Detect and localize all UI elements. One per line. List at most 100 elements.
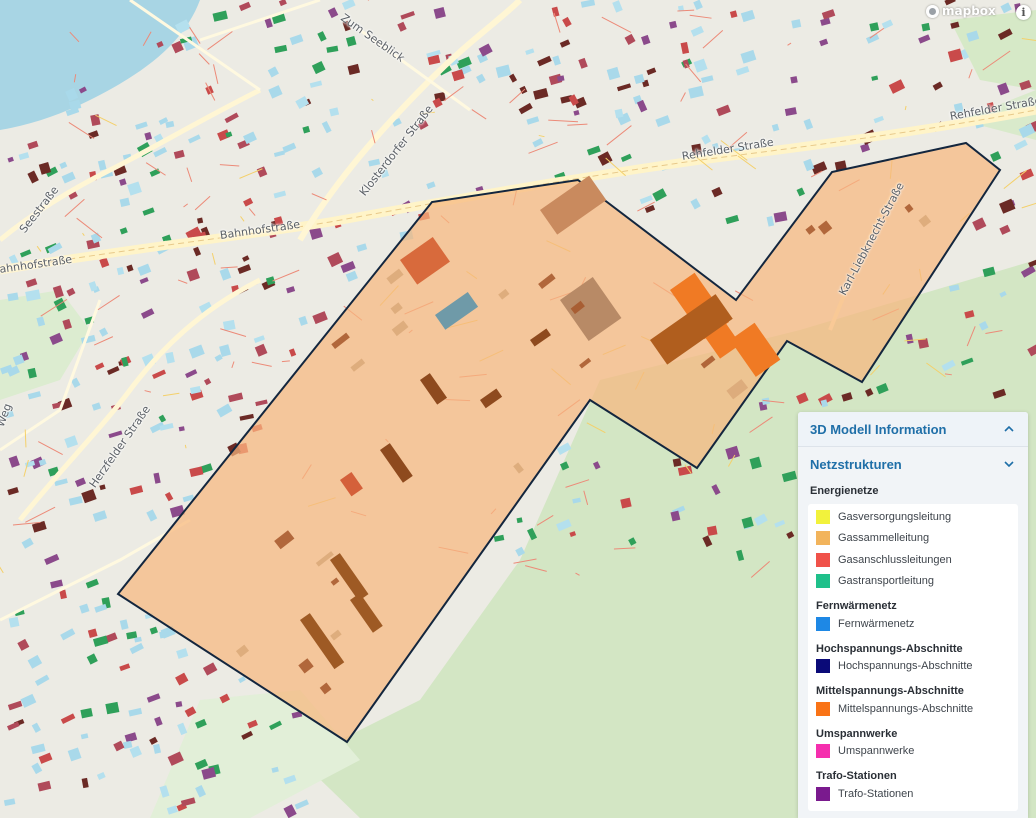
building <box>311 167 323 179</box>
chevron-down-icon[interactable] <box>1002 457 1016 471</box>
mapbox-wordmark: mapbox <box>942 4 996 18</box>
building <box>85 578 99 589</box>
building <box>866 33 880 44</box>
panel-header-toggle[interactable]: 3D Modell Information <box>798 412 1028 447</box>
building <box>92 635 109 647</box>
panel-title: 3D Modell Information <box>810 421 947 437</box>
building <box>646 67 657 76</box>
utility-line <box>183 203 189 208</box>
building <box>105 701 120 715</box>
mapbox-logo[interactable]: mapbox <box>926 4 996 18</box>
building <box>186 268 200 282</box>
section-netzstrukturen[interactable]: Netzstrukturen <box>798 447 1028 481</box>
building <box>60 628 76 641</box>
building <box>64 435 79 449</box>
utility-line <box>231 361 235 369</box>
building <box>537 55 552 67</box>
legend-swatch <box>816 574 830 589</box>
building <box>8 616 20 628</box>
legend-item[interactable]: Hochspannungs-Abschnitte <box>816 656 1010 678</box>
building <box>253 335 265 343</box>
building <box>239 413 254 421</box>
utility-line <box>509 88 526 104</box>
building <box>27 391 42 400</box>
building <box>216 403 233 418</box>
building <box>740 9 756 23</box>
building <box>7 487 19 496</box>
building <box>518 102 533 115</box>
building <box>655 115 671 127</box>
building <box>327 251 344 268</box>
legend-item[interactable]: Gassammelleitung <box>816 528 1010 550</box>
utility-line <box>689 14 712 19</box>
building <box>189 466 204 478</box>
building <box>129 485 144 495</box>
utility-line <box>471 109 487 120</box>
building <box>871 75 879 81</box>
building <box>202 662 218 676</box>
building <box>61 171 76 184</box>
building <box>1000 2 1012 14</box>
legend-item[interactable]: Fernwärmenetz <box>816 613 1010 635</box>
building <box>918 34 931 44</box>
group-title-energienetze: Energienetze <box>810 485 879 497</box>
legend-item[interactable]: Umspannwerke <box>816 741 1010 763</box>
building <box>128 707 143 717</box>
building <box>706 525 718 536</box>
building <box>80 733 89 740</box>
legend-item[interactable]: Gasversorgungsleitung <box>816 506 1010 528</box>
legend-group-title: Hochspannungs-Abschnitte <box>816 642 963 655</box>
building <box>6 721 20 731</box>
building <box>237 264 252 275</box>
building <box>242 255 250 262</box>
building <box>27 140 39 150</box>
building <box>397 21 407 32</box>
utility-line <box>23 459 29 477</box>
building <box>173 149 185 159</box>
legend-item[interactable]: Trafo-Stationen <box>816 783 1010 805</box>
building <box>90 114 101 127</box>
legend-item[interactable]: Gasanschlussleitungen <box>816 549 1010 571</box>
legend-label: Gassammelleitung <box>838 532 930 545</box>
building <box>228 392 244 403</box>
building <box>652 188 667 202</box>
building <box>881 19 894 30</box>
utility-line <box>251 361 272 367</box>
utility-line <box>93 336 114 346</box>
utility-line <box>220 266 238 269</box>
building <box>586 145 601 156</box>
building <box>580 0 596 8</box>
building <box>317 31 327 42</box>
building <box>326 45 339 53</box>
building <box>273 190 287 199</box>
building <box>773 211 788 223</box>
utility-line <box>0 566 4 574</box>
building <box>193 246 202 257</box>
building <box>999 224 1011 235</box>
building <box>238 676 246 684</box>
legend-label: Gasversorgungsleitung <box>838 510 952 523</box>
building <box>203 378 212 386</box>
building <box>309 80 323 88</box>
chevron-up-icon[interactable] <box>1002 422 1016 436</box>
building <box>740 49 757 64</box>
info-panel: 3D Modell Information Netzstrukturen Ene… <box>798 412 1028 818</box>
legend-label: Gasanschlussleitungen <box>838 553 952 566</box>
legend-item[interactable]: Gastransportleitung <box>816 571 1010 593</box>
building <box>86 653 98 665</box>
building <box>146 509 158 522</box>
legend-swatch <box>816 552 830 567</box>
building <box>152 369 167 379</box>
building <box>562 16 572 28</box>
building <box>298 315 308 326</box>
building <box>256 166 268 178</box>
building <box>869 22 880 32</box>
building <box>283 804 297 818</box>
legend-item[interactable]: Mittelspannungs-Abschnitte <box>816 698 1010 720</box>
attribution-info-button[interactable]: i <box>1016 5 1031 20</box>
building <box>532 138 544 148</box>
utility-line <box>186 167 193 182</box>
building <box>188 344 205 359</box>
building <box>268 85 283 99</box>
building <box>222 319 236 331</box>
